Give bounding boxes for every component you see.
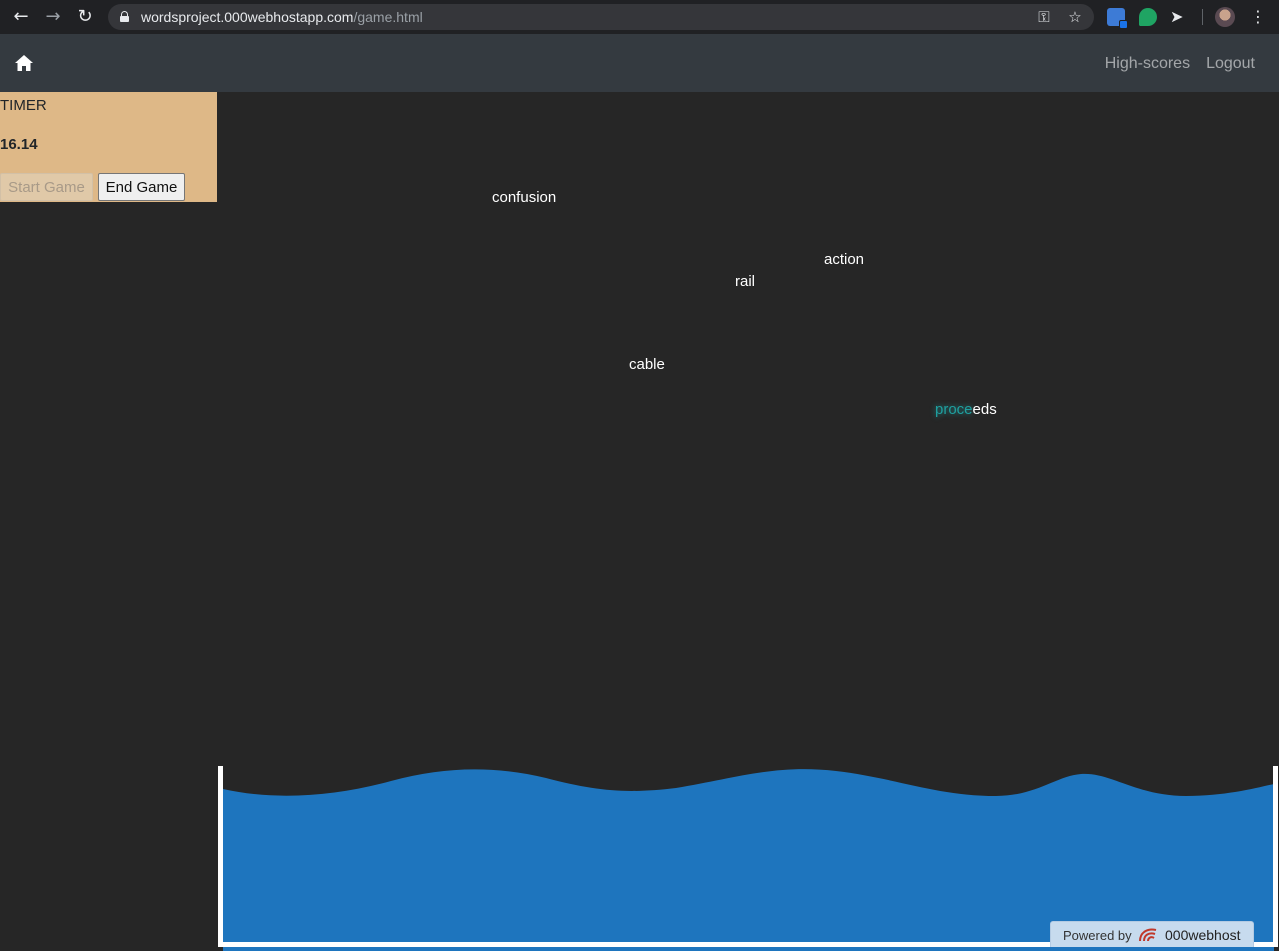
start-game-button[interactable]: Start Game (0, 173, 93, 201)
typed-letters: proce (935, 401, 973, 418)
remaining-letters: confusion (492, 189, 557, 206)
powered-by-label: Powered by (1063, 928, 1132, 943)
water-wall-left (218, 766, 223, 947)
remaining-letters: rail (735, 273, 756, 290)
reload-icon[interactable]: ↻ (74, 6, 96, 28)
falling-word: cable (629, 356, 665, 373)
nav-links: High-scores Logout (1105, 55, 1255, 73)
forward-icon[interactable]: → (42, 6, 64, 28)
home-icon[interactable] (14, 54, 34, 72)
lock-icon (120, 11, 129, 22)
toolbar-divider (1202, 9, 1203, 25)
falling-word: action (824, 251, 864, 268)
browser-toolbar: ← → ↻ wordsproject.000webhostapp.com/gam… (0, 0, 1279, 34)
url-text: wordsproject.000webhostapp.com/game.html (141, 9, 423, 25)
key-icon[interactable]: ⚿ (1034, 7, 1054, 27)
remaining-letters: eds (972, 401, 997, 418)
active-word: proceeds (935, 401, 997, 418)
end-game-button[interactable]: End Game (98, 173, 185, 201)
timer-value: 16.14 (0, 136, 38, 153)
powered-by-badge[interactable]: Powered by 000webhost (1050, 921, 1254, 947)
powered-by-brand: 000webhost (1165, 927, 1241, 943)
app-navbar: High-scores Logout (0, 34, 1279, 92)
high-scores-link[interactable]: High-scores (1105, 55, 1190, 73)
back-icon[interactable]: ← (10, 6, 32, 28)
profile-avatar[interactable] (1215, 7, 1235, 27)
game-area: TIMER 16.14 Start Game End Game confusio… (0, 92, 1279, 951)
water-wall-right (1273, 766, 1278, 947)
falling-word: rail (735, 273, 755, 290)
cursor-extension-icon[interactable]: ➤ (1170, 8, 1188, 26)
remaining-letters: action (824, 251, 865, 268)
url-path: /game.html (353, 9, 423, 25)
star-icon[interactable]: ☆ (1065, 7, 1085, 27)
chat-extension-icon[interactable] (1139, 8, 1157, 26)
falling-word: confusion (492, 189, 556, 206)
timer-label: TIMER (0, 97, 47, 114)
address-bar[interactable]: wordsproject.000webhostapp.com/game.html… (108, 4, 1094, 30)
logout-link[interactable]: Logout (1206, 55, 1255, 73)
timer-panel: TIMER 16.14 Start Game End Game (0, 92, 217, 202)
extension-icon[interactable] (1107, 8, 1128, 29)
remaining-letters: cable (629, 356, 665, 373)
webhost-logo-icon (1139, 928, 1157, 942)
more-menu-icon[interactable]: ⋮ (1250, 6, 1266, 28)
url-host: wordsproject.000webhostapp.com (141, 9, 354, 25)
